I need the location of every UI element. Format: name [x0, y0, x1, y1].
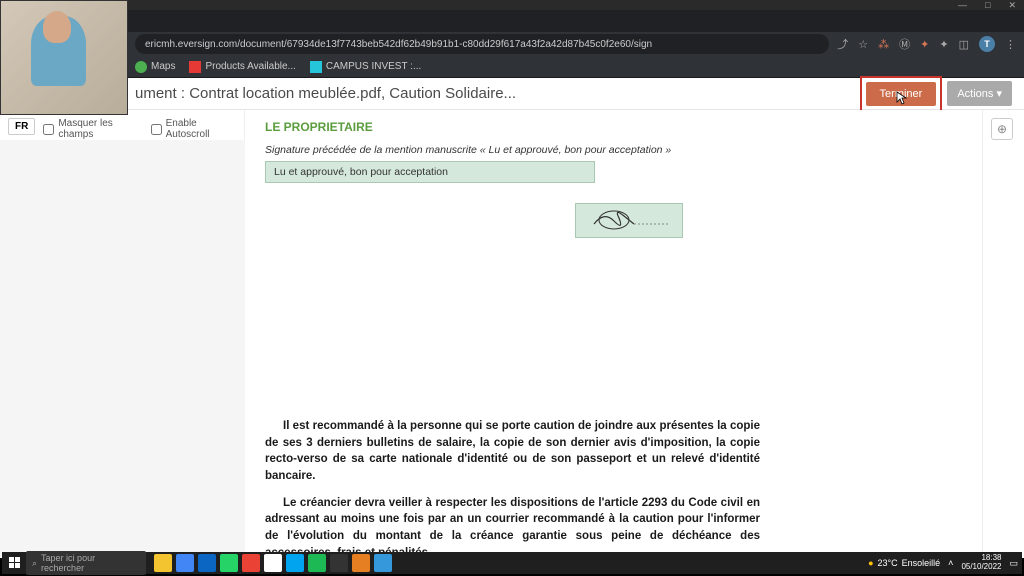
taskbar-clock[interactable]: 18:38 05/10/2022 — [961, 554, 1001, 572]
section-heading: LE PROPRIETAIRE — [265, 120, 760, 134]
tb-app-7[interactable] — [286, 554, 304, 572]
document-title: ument : Contrat location meublée.pdf, Ca… — [135, 85, 516, 102]
browser-tabbar[interactable] — [0, 10, 1024, 32]
maximize-button[interactable]: □ — [985, 0, 990, 10]
tray-chevron-icon[interactable]: ˄ — [948, 558, 953, 568]
paragraph-recommendation: Il est recommandé à la personne qui se p… — [265, 418, 760, 485]
bookmark-campus[interactable]: CAMPUS INVEST :... — [310, 61, 421, 73]
notifications-icon[interactable]: ▭ — [1009, 558, 1018, 569]
bookmark-maps[interactable]: Maps — [135, 61, 175, 73]
ext1-icon[interactable]: ⁂ — [878, 38, 889, 51]
window-titlebar: — □ ✕ — [0, 0, 1024, 10]
ext2-icon[interactable]: Ⓜ — [899, 36, 910, 52]
taskbar-weather[interactable]: ● 23°C Ensoleillé — [868, 558, 940, 568]
autoscroll-checkbox[interactable]: Enable Autoscroll — [151, 118, 236, 140]
url-field[interactable]: ericmh.eversign.com/document/67934de13f7… — [135, 34, 829, 54]
browser-addressbar: ericmh.eversign.com/document/67934de13f7… — [0, 32, 1024, 56]
tb-app-10[interactable] — [352, 554, 370, 572]
terminer-button[interactable]: Terminer — [866, 82, 937, 106]
menu-icon[interactable]: ⋮ — [1005, 38, 1016, 51]
app-header: ument : Contrat location meublée.pdf, Ca… — [0, 78, 1024, 110]
tb-app-3[interactable] — [198, 554, 216, 572]
star-icon[interactable]: ☆ — [858, 38, 868, 51]
actions-button[interactable]: Actions ▾ — [947, 81, 1012, 106]
minimize-button[interactable]: — — [958, 0, 967, 10]
tb-app-4[interactable] — [220, 554, 238, 572]
approval-text-field[interactable]: Lu et approuvé, bon pour acceptation — [265, 161, 595, 183]
terminer-highlight: Terminer — [860, 76, 943, 112]
extensions-icon[interactable]: ✦ — [939, 38, 948, 51]
taskbar-search[interactable]: ⌕Taper ici pour rechercher — [26, 551, 146, 575]
document-viewport[interactable]: LE PROPRIETAIRE Signature précédée de la… — [245, 110, 982, 558]
tb-app-2[interactable] — [176, 554, 194, 572]
language-selector[interactable]: FR — [8, 118, 35, 135]
close-button[interactable]: ✕ — [1008, 0, 1016, 11]
tb-app-9[interactable] — [330, 554, 348, 572]
sun-icon: ● — [868, 558, 873, 568]
tb-app-6[interactable] — [264, 554, 282, 572]
bookmark-products[interactable]: Products Available... — [189, 61, 295, 73]
tb-app-11[interactable] — [374, 554, 392, 572]
share-icon[interactable]: ⤴ — [837, 36, 848, 52]
windows-taskbar: ⌕Taper ici pour rechercher ● 23°C Ensole… — [2, 552, 1022, 574]
hide-fields-checkbox[interactable]: Masquer les champs — [43, 118, 142, 140]
start-button[interactable] — [6, 554, 24, 572]
search-icon: ⌕ — [32, 558, 37, 569]
tb-app-8[interactable] — [308, 554, 326, 572]
zoom-button[interactable]: ⊕ — [991, 118, 1013, 140]
signature-instruction: Signature précédée de la mention manuscr… — [265, 144, 760, 156]
paragraph-creancier: Le créancier devra veiller à respecter l… — [265, 495, 760, 558]
ext3-icon[interactable]: ✦ — [920, 38, 929, 51]
signature-icon — [584, 206, 674, 236]
tb-app-5[interactable] — [242, 554, 260, 572]
right-toolbar: ⊕ — [982, 110, 1024, 558]
tb-app-1[interactable] — [154, 554, 172, 572]
puzzle-icon[interactable]: ◫ — [959, 38, 969, 51]
profile-avatar[interactable]: T — [979, 36, 995, 52]
signature-field[interactable] — [575, 203, 683, 238]
webcam-overlay — [0, 0, 128, 115]
